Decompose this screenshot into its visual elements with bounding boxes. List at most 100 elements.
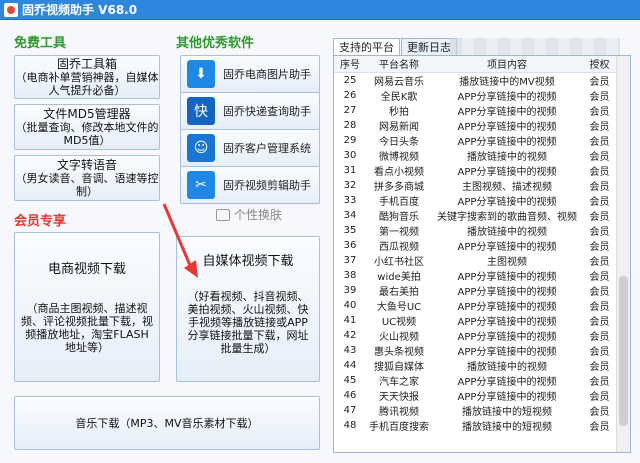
table-cell: 最右美拍 [379, 286, 419, 298]
table-cell: 31 [343, 164, 357, 176]
col-header-content: 项目内容 [432, 56, 582, 73]
software-image-helper[interactable]: ⬇ 固乔电商图片助手 [180, 55, 320, 93]
table-cell: 46 [343, 389, 357, 401]
table-cell: 34 [343, 209, 357, 221]
table-cell: APP分享链接中的视频 [457, 106, 557, 118]
tab-bar: 支持的平台 更新日志 [333, 38, 458, 56]
table-row[interactable]: 43 惠头条视频 APP分享链接中的视频 会员 [334, 343, 617, 358]
skin-switch[interactable]: 个性换肤 [216, 206, 282, 223]
software-label: 固乔客户管理系统 [223, 142, 311, 155]
vertical-scrollbar[interactable] [616, 56, 630, 452]
table-row[interactable]: 40 大鱼号UC APP分享链接中的视频 会员 [334, 298, 617, 313]
table-row[interactable]: 47 腾讯视频 播放链接中的短视频 会员 [334, 403, 617, 418]
table-row[interactable]: 39 最右美拍 APP分享链接中的视频 会员 [334, 283, 617, 298]
table-cell: 40 [343, 299, 357, 311]
tab-changelog[interactable]: 更新日志 [401, 38, 457, 56]
table-cell: 会员 [589, 226, 610, 238]
table-cell: 会员 [589, 421, 610, 433]
table-row[interactable]: 27 秒拍 APP分享链接中的视频 会员 [334, 103, 617, 118]
table-cell: 第一视频 [379, 226, 419, 238]
window-title: 固乔视频助手 V68.0 [22, 3, 138, 17]
express-icon: 快 [187, 97, 215, 125]
table-cell: 会员 [589, 271, 610, 283]
table-row[interactable]: 32 拼多多商城 主图视频、描述视频 会员 [334, 178, 617, 193]
table-row[interactable]: 25 网易云音乐 播放链接中的MV视频 会员 [334, 72, 617, 88]
table-row[interactable]: 28 网易新闻 APP分享链接中的视频 会员 [334, 118, 617, 133]
table-cell: APP分享链接中的视频 [457, 136, 557, 148]
table-cell: 26 [343, 89, 357, 101]
table-row[interactable]: 30 微博视频 播放链接中的视频 会员 [334, 148, 617, 163]
table-cell: 会员 [589, 76, 610, 88]
toolbox-button[interactable]: 固乔工具箱 （电商补单营销神器，自媒体人气提升必备） [14, 55, 160, 99]
table-cell: 搜狐自媒体 [374, 361, 424, 373]
media-button-title: 自媒体视频下载 [202, 254, 294, 269]
table-cell: 西瓜视频 [379, 241, 419, 253]
tab-supported-platforms[interactable]: 支持的平台 [333, 38, 400, 56]
table-row[interactable]: 38 wide美拍 APP分享链接中的视频 会员 [334, 268, 617, 283]
table-row[interactable]: 46 天天快报 APP分享链接中的视频 会员 [334, 388, 617, 403]
table-cell: 会员 [589, 241, 610, 253]
table-cell: 主图视频 [487, 256, 527, 268]
table-row[interactable]: 37 小红书社区 主图视频 会员 [334, 253, 617, 268]
software-video-editor[interactable]: ✂ 固乔视频剪辑助手 [180, 166, 320, 204]
table-cell: 会员 [589, 256, 610, 268]
table-row[interactable]: 41 UC视频 APP分享链接中的视频 会员 [334, 313, 617, 328]
table-row[interactable]: 35 第一视频 播放链接中的视频 会员 [334, 223, 617, 238]
download-icon: ⬇ [187, 60, 215, 88]
table-cell: 28 [343, 119, 357, 131]
table-cell: APP分享链接中的视频 [457, 376, 557, 388]
ecommerce-video-download-button[interactable]: 电商视频下载 （商品主图视频、描述视频、评论视频批量下载，视频播放地址，淘宝FL… [14, 232, 160, 382]
table-cell: 会员 [589, 331, 610, 343]
music-button-label: 音乐下载（MP3、MV音乐素材下载） [75, 416, 259, 430]
table-cell: APP分享链接中的视频 [457, 271, 557, 283]
table-cell: 会员 [589, 196, 610, 208]
table-cell: 秒拍 [389, 106, 409, 118]
table-cell: 看点小视频 [374, 166, 424, 178]
table-row[interactable]: 42 火山视频 APP分享链接中的视频 会员 [334, 328, 617, 343]
table-cell: 42 [343, 329, 357, 341]
table-cell: 小红书社区 [374, 256, 424, 268]
table-cell: 酷狗音乐 [379, 211, 419, 223]
table-row[interactable]: 26 全民K歌 APP分享链接中的视频 会员 [334, 88, 617, 103]
software-express-helper[interactable]: 快 固乔快递查询助手 [180, 92, 320, 130]
col-header-no: 序号 [334, 56, 366, 73]
member-heading: 会员专享 [14, 214, 67, 229]
table-row[interactable]: 33 手机百度 APP分享链接中的视频 会员 [334, 193, 617, 208]
tts-button-label: 文字转语音 [56, 157, 117, 172]
platform-table: 序号 平台名称 项目内容 授权 25 网易云音乐 播放链接中的MV视频 会员 26 全民K… [333, 55, 631, 453]
table-cell: 手机百度搜索 [369, 421, 429, 433]
music-download-button[interactable]: 音乐下载（MP3、MV音乐素材下载） [14, 396, 320, 450]
table-cell: 腾讯视频 [379, 406, 419, 418]
toolbox-button-label: 固乔工具箱 [56, 56, 117, 71]
table-cell: 天天快报 [379, 391, 419, 403]
table-cell: APP分享链接中的视频 [457, 331, 557, 343]
table-cell: 48 [343, 419, 357, 431]
app-icon [4, 2, 18, 17]
table-cell: APP分享链接中的视频 [457, 301, 557, 313]
table-row[interactable]: 34 酷狗音乐 关键字搜索到的歌曲音频、视频 会员 [334, 208, 617, 223]
table-cell: 会员 [589, 211, 610, 223]
software-crm[interactable]: ☺ 固乔客户管理系统 [180, 129, 320, 167]
table-cell: 拼多多商城 [374, 181, 424, 193]
table-cell: 会员 [589, 361, 610, 373]
table-row[interactable]: 31 看点小视频 APP分享链接中的视频 会员 [334, 163, 617, 178]
table-cell: 41 [343, 314, 357, 326]
table-cell: 会员 [589, 91, 610, 103]
table-row[interactable]: 44 搜狐自媒体 播放链接中的视频 会员 [334, 358, 617, 373]
table-cell: 38 [343, 269, 357, 281]
col-header-platform: 平台名称 [366, 56, 432, 73]
table-row[interactable]: 45 汽车之家 APP分享链接中的视频 会员 [334, 373, 617, 388]
table-row[interactable]: 29 今日头条 APP分享链接中的视频 会员 [334, 133, 617, 148]
md5-manager-button[interactable]: 文件MD5管理器 （批量查询、修改本地文件的MD5值） [14, 104, 160, 150]
tts-button[interactable]: 文字转语音 （男女读音、音调、语速等控制） [14, 155, 160, 201]
scrollbar-thumb[interactable] [619, 276, 628, 426]
table-cell: APP分享链接中的视频 [457, 166, 557, 178]
table-cell: 32 [343, 179, 357, 191]
table-row[interactable]: 36 西瓜视频 APP分享链接中的视频 会员 [334, 238, 617, 253]
table-row[interactable]: 48 手机百度搜索 播放链接中的短视频 会员 [334, 418, 617, 433]
table-cell: APP分享链接中的视频 [457, 286, 557, 298]
table-cell: 会员 [589, 286, 610, 298]
table-cell: 会员 [589, 151, 610, 163]
table-cell: APP分享链接中的视频 [457, 316, 557, 328]
toolbox-button-desc: （电商补单营销神器，自媒体人气提升必备） [15, 70, 159, 97]
